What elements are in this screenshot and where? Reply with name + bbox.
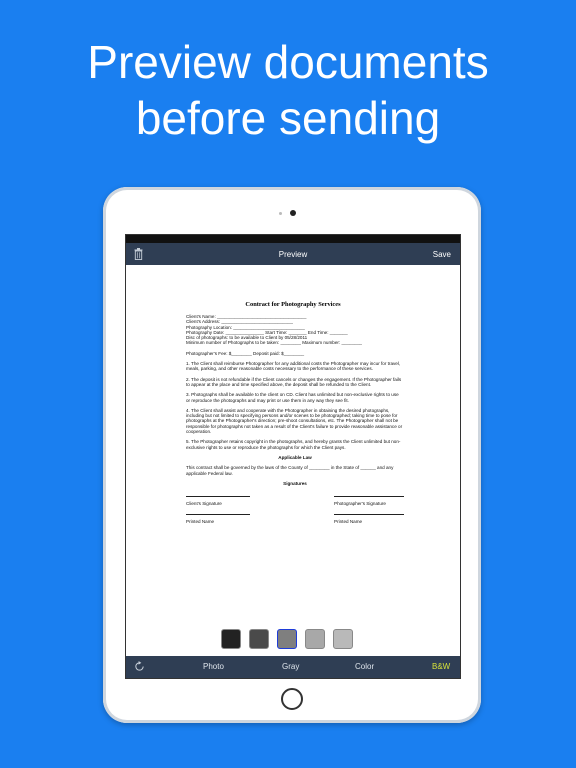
clause-1: 1. The Client shall reimburse Photograph… (186, 361, 401, 372)
sensor-dot (279, 212, 282, 215)
document-body: Client's Name: _________________________… (186, 314, 404, 525)
app-screen: Preview Save Contract for Photography Se… (125, 234, 461, 679)
clause-3: 3. Photographs shall be available to the… (186, 392, 399, 403)
filter-swatches (221, 629, 353, 649)
tab-color[interactable]: Color (355, 662, 374, 671)
filter-tab-bar: Photo Gray Color B&W (126, 656, 460, 678)
headline-line-1: Preview documents (87, 36, 489, 88)
signatures-heading: Signatures (283, 480, 307, 486)
clause-4: 4. The Client shall assist and cooperate… (186, 407, 403, 435)
filter-swatch-5[interactable] (333, 629, 353, 649)
tab-photo[interactable]: Photo (203, 662, 224, 671)
filter-swatch-2[interactable] (249, 629, 269, 649)
law-text: This contract shall be governed by the l… (186, 465, 394, 476)
filter-swatch-4[interactable] (305, 629, 325, 649)
document-title: Contract for Photography Services (245, 301, 341, 308)
client-signature-label: Client's Signature (186, 501, 222, 507)
client-signature-block: Client's Signature Printed Name (186, 488, 250, 525)
document-preview: Contract for Photography Services Client… (146, 265, 440, 635)
clause-2: 2. The deposit is not refundable if the … (186, 376, 402, 387)
rotate-icon[interactable] (134, 661, 145, 672)
filter-swatch-1[interactable] (221, 629, 241, 649)
photographer-printed-name-label: Printed Name (334, 519, 363, 525)
filter-swatch-3[interactable] (277, 629, 297, 649)
headline-line-2: before sending (135, 92, 441, 144)
headline: Preview documents before sending (0, 34, 576, 146)
ipad-frame: Preview Save Contract for Photography Se… (103, 187, 481, 723)
nav-title: Preview (278, 250, 308, 259)
client-printed-name-label: Printed Name (186, 519, 215, 525)
nav-bar: Preview Save (126, 243, 460, 265)
status-bar (126, 235, 460, 243)
save-button[interactable]: Save (433, 250, 451, 259)
photographer-signature-label: Photographer's Signature (334, 501, 386, 507)
tab-bw[interactable]: B&W (432, 662, 450, 671)
home-button[interactable] (281, 688, 303, 710)
photographer-signature-block: Photographer's Signature Printed Name (334, 488, 404, 525)
tab-gray[interactable]: Gray (282, 662, 299, 671)
clause-5: 5. The Photographer retains copyright in… (186, 439, 401, 450)
camera-dot (290, 210, 296, 216)
signature-row: Client's Signature Printed Name Photogra… (186, 488, 404, 525)
